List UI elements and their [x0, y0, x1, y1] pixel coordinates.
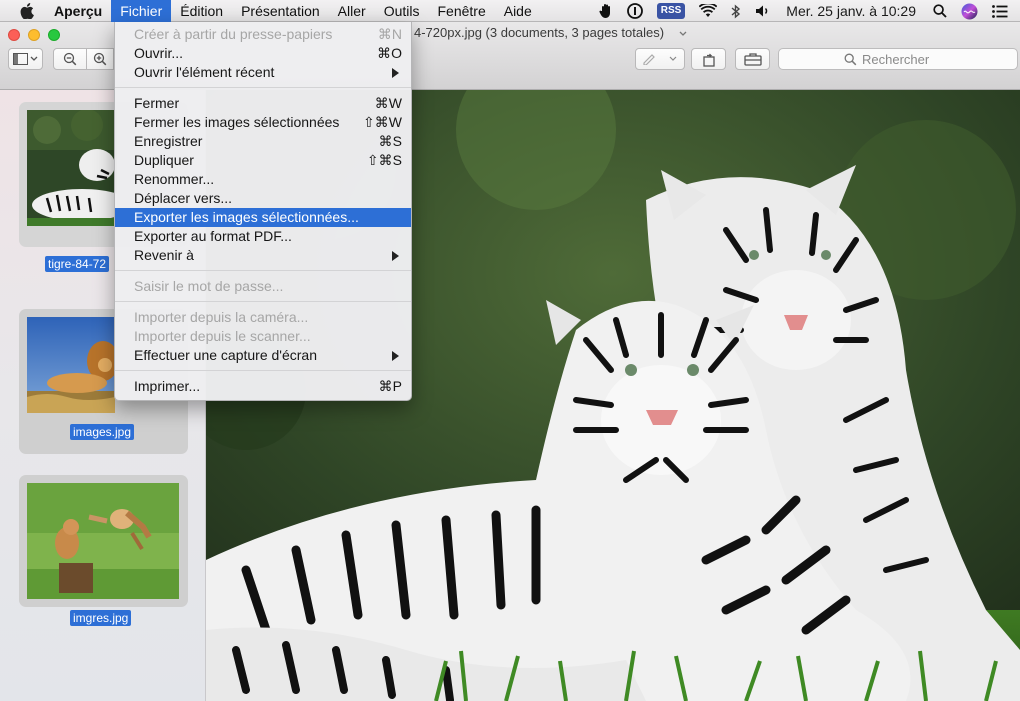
menu-item-label: Effectuer une capture d'écran — [134, 347, 317, 363]
volume-icon[interactable] — [755, 4, 771, 18]
menu-item-dupliquer[interactable]: Dupliquer ⇧⌘S — [115, 151, 411, 170]
minimize-window-button[interactable] — [28, 29, 40, 41]
menu-item-renommer[interactable]: Renommer... — [115, 170, 411, 189]
hand-icon[interactable] — [599, 3, 613, 19]
zoom-in-button[interactable] — [86, 48, 114, 70]
bluetooth-icon[interactable] — [731, 3, 741, 19]
menu-item-label: Créer à partir du presse-papiers — [134, 26, 333, 42]
menu-item-label: Fermer les images sélectionnées — [134, 114, 340, 130]
zoom-out-button[interactable] — [53, 48, 87, 70]
markup-button[interactable] — [635, 48, 685, 70]
menu-aide[interactable]: Aide — [495, 0, 541, 22]
toolbox-icon — [743, 53, 762, 66]
menu-item-label: Déplacer vers... — [134, 190, 233, 206]
pen-icon — [643, 54, 655, 65]
menu-fenetre[interactable]: Fenêtre — [428, 0, 494, 22]
fichier-dropdown-menu: Créer à partir du presse-papiers ⌘N Ouvr… — [114, 22, 412, 401]
search-icon — [844, 53, 857, 65]
rotate-button[interactable] — [691, 48, 726, 70]
menu-item-label: Saisir le mot de passe... — [134, 278, 284, 294]
rotate-icon — [702, 53, 715, 67]
thumbnail-image-kittens — [27, 483, 179, 599]
zoom-window-button[interactable] — [48, 29, 60, 41]
menu-item-label: Importer depuis le scanner... — [134, 328, 311, 344]
chevron-down-icon — [669, 56, 677, 61]
thumbnail-label-imgres[interactable]: imgres.jpg — [70, 610, 132, 626]
menu-item-importer-camera: Importer depuis la caméra... — [115, 308, 411, 327]
title-chevron-down-icon[interactable] — [679, 31, 687, 37]
menu-item-label: Ouvrir... — [134, 45, 184, 61]
menu-item-ouvrir[interactable]: Ouvrir... ⌘O — [115, 44, 411, 63]
menu-separator — [115, 370, 411, 371]
search-input[interactable] — [862, 51, 952, 67]
submenu-arrow-icon — [392, 251, 399, 261]
spotlight-search-icon[interactable] — [933, 4, 947, 18]
menu-item-shortcut: ⌘N — [377, 26, 402, 42]
menu-item-creer-presse-papiers: Créer à partir du presse-papiers ⌘N — [115, 25, 411, 44]
rss-icon[interactable]: RSS — [656, 3, 686, 19]
menu-item-label: Dupliquer — [134, 152, 194, 168]
menu-item-shortcut: ⇧⌘W — [363, 114, 402, 130]
wifi-icon[interactable] — [699, 4, 718, 18]
apple-menu-icon[interactable] — [20, 2, 34, 19]
menu-item-importer-scanner: Importer depuis le scanner... — [115, 327, 411, 346]
thumbnail-label-tigre[interactable]: tigre-84-72 — [45, 256, 110, 272]
menu-item-fermer[interactable]: Fermer ⌘W — [115, 94, 411, 113]
menu-separator — [115, 270, 411, 271]
menu-item-exporter-images[interactable]: Exporter les images sélectionnées... — [115, 208, 411, 227]
menu-presentation[interactable]: Présentation — [232, 0, 329, 22]
menu-item-enregistrer[interactable]: Enregistrer ⌘S — [115, 132, 411, 151]
close-window-button[interactable] — [8, 29, 20, 41]
thumbnail-image-tigers — [27, 110, 117, 226]
menu-item-label: Fermer — [134, 95, 180, 111]
menu-item-label: Enregistrer — [134, 133, 203, 149]
menu-item-imprimer[interactable]: Imprimer... ⌘P — [115, 377, 411, 396]
menu-item-shortcut: ⇧⌘S — [366, 152, 402, 168]
menu-item-ouvrir-recent[interactable]: Ouvrir l'élément récent — [115, 63, 411, 82]
menu-item-capture-ecran[interactable]: Effectuer une capture d'écran — [115, 346, 411, 365]
menu-separator — [115, 301, 411, 302]
menu-item-shortcut: ⌘S — [378, 133, 402, 149]
zoom-out-icon — [63, 52, 77, 66]
window-title[interactable]: 4-720px.jpg (3 documents, 3 pages totale… — [414, 25, 664, 40]
menu-bar: Aperçu Fichier Édition Présentation Alle… — [0, 0, 1020, 22]
menu-fichier[interactable]: Fichier — [111, 0, 172, 22]
menu-item-shortcut: ⌘P — [378, 378, 402, 394]
menu-app-apercu[interactable]: Aperçu — [52, 0, 111, 22]
menu-item-mot-de-passe: Saisir le mot de passe... — [115, 277, 411, 296]
onepassword-icon[interactable] — [626, 3, 643, 19]
sidebar-icon — [12, 53, 37, 65]
menu-item-label: Exporter les images sélectionnées... — [134, 209, 359, 225]
thumbnail-label-images[interactable]: images.jpg — [70, 424, 135, 440]
menu-outils[interactable]: Outils — [375, 0, 429, 22]
thumbnail-imgres[interactable] — [19, 475, 188, 607]
menu-item-label: Ouvrir l'élément récent — [134, 64, 275, 80]
submenu-arrow-icon — [392, 351, 399, 361]
submenu-arrow-icon — [392, 68, 399, 78]
status-area: RSS Mer. 25 janv. à 10:29 — [592, 0, 1020, 22]
menu-item-revenir[interactable]: Revenir à — [115, 246, 411, 265]
menu-item-label: Exporter au format PDF... — [134, 228, 292, 244]
menu-separator — [115, 87, 411, 88]
menu-item-label: Revenir à — [134, 247, 194, 263]
menu-item-shortcut: ⌘O — [377, 45, 402, 61]
menu-item-label: Renommer... — [134, 171, 215, 187]
zoom-in-icon — [93, 52, 107, 66]
menu-edition[interactable]: Édition — [171, 0, 232, 22]
menu-aller[interactable]: Aller — [329, 0, 375, 22]
menu-item-shortcut: ⌘W — [374, 95, 402, 111]
siri-icon[interactable] — [961, 3, 978, 20]
menu-item-label: Imprimer... — [134, 378, 201, 394]
menubar-clock[interactable]: Mer. 25 janv. à 10:29 — [786, 3, 916, 19]
search-field[interactable] — [778, 48, 1018, 70]
toolbox-button[interactable] — [735, 48, 770, 70]
notification-center-icon[interactable] — [992, 4, 1008, 18]
menu-item-deplacer[interactable]: Déplacer vers... — [115, 189, 411, 208]
thumbnail-image-lion — [27, 317, 115, 413]
view-sidebar-button[interactable] — [8, 48, 43, 70]
menu-item-exporter-pdf[interactable]: Exporter au format PDF... — [115, 227, 411, 246]
menu-item-label: Importer depuis la caméra... — [134, 309, 309, 325]
menu-item-fermer-images[interactable]: Fermer les images sélectionnées ⇧⌘W — [115, 113, 411, 132]
